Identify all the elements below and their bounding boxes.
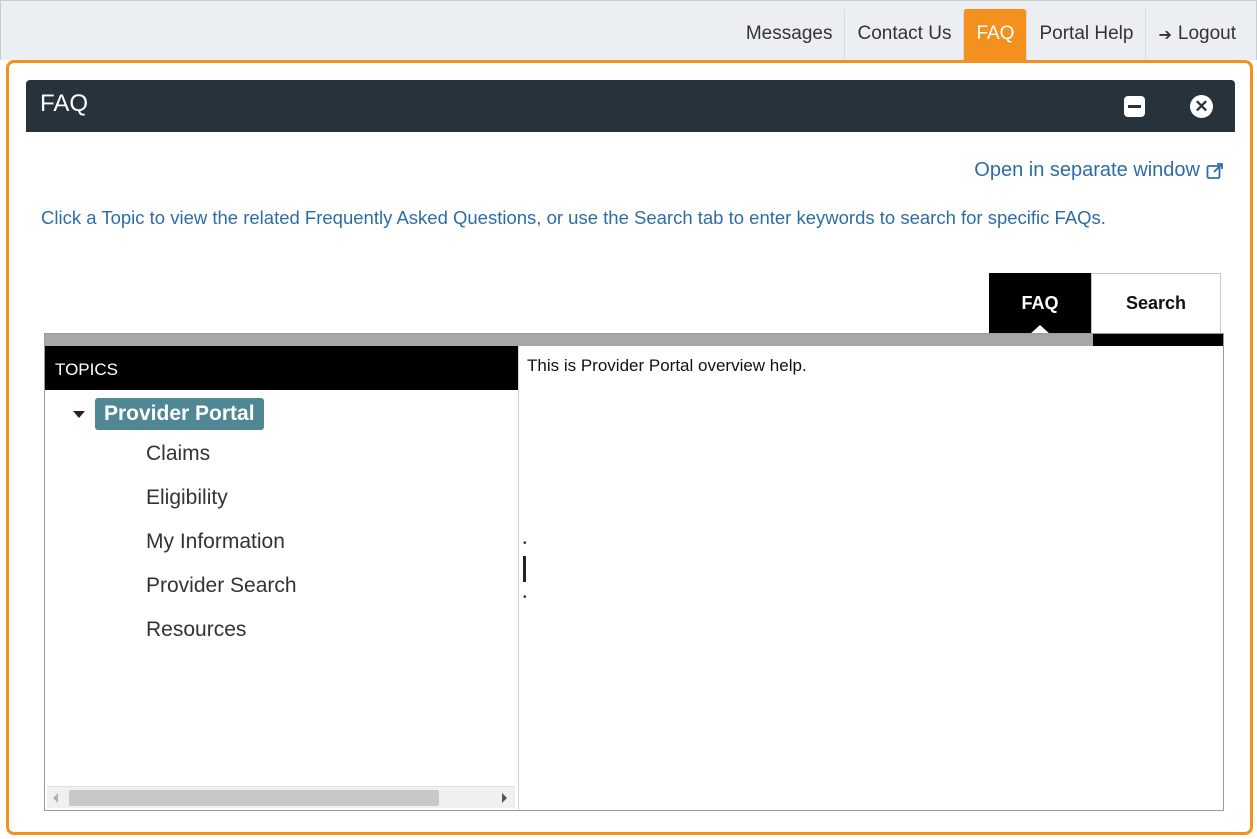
nav-logout[interactable]: ➔ Logout (1145, 9, 1248, 61)
splitter-handle[interactable] (523, 556, 526, 582)
tab-faq[interactable]: FAQ (989, 273, 1091, 334)
open-separate-window-label: Open in separate window (974, 159, 1200, 181)
tree-item-claims[interactable]: Claims (146, 442, 210, 466)
open-separate-window-link[interactable]: Open in separate window (974, 159, 1224, 182)
topics-header: TOPICS (45, 346, 518, 390)
faq-tabs: FAQ Search (989, 273, 1221, 334)
tree-item-resources[interactable]: Resources (146, 618, 246, 642)
top-nav: Messages Contact Us FAQ Portal Help ➔ Lo… (734, 9, 1248, 61)
tree-item-provider-search[interactable]: Provider Search (146, 574, 297, 598)
nav-portal-help[interactable]: Portal Help (1026, 9, 1145, 61)
tree-root-provider-portal[interactable]: Provider Portal (73, 398, 264, 430)
tab-search[interactable]: Search (1091, 273, 1221, 333)
panel-top-strip (45, 334, 1223, 346)
splitter-dot-top: • (523, 538, 527, 549)
caret-down-icon[interactable] (73, 410, 85, 418)
nav-logout-label: Logout (1177, 23, 1236, 44)
close-icon[interactable]: ✕ (1190, 95, 1213, 118)
faq-panel: TOPICS Provider Portal Claims Eligibilit… (44, 333, 1224, 811)
tab-search-label: Search (1125, 293, 1187, 313)
nav-faq[interactable]: FAQ (963, 9, 1027, 61)
tree-root-label: Provider Portal (95, 398, 264, 430)
window-title: FAQ (40, 90, 89, 117)
nav-contact-us[interactable]: Contact Us (844, 9, 963, 61)
tab-faq-label: FAQ (1021, 292, 1059, 313)
external-link-icon (1206, 162, 1223, 179)
top-bar: Messages Contact Us FAQ Portal Help ➔ Lo… (0, 0, 1257, 61)
window-titlebar: FAQ ✕ (26, 80, 1235, 132)
scroll-right-icon[interactable] (502, 793, 507, 803)
panel-top-strip-right (1093, 334, 1223, 346)
scroll-left-icon[interactable] (53, 793, 58, 803)
nav-messages-label: Messages (745, 23, 833, 44)
logout-icon: ➔ (1158, 27, 1172, 44)
splitter-dot-bottom: • (523, 592, 527, 603)
minimize-icon[interactable] (1124, 96, 1145, 117)
topics-pane: TOPICS Provider Portal Claims Eligibilit… (45, 346, 519, 810)
nav-messages[interactable]: Messages (734, 9, 845, 61)
nav-faq-label: FAQ (976, 23, 1015, 44)
nav-portal-help-label: Portal Help (1039, 23, 1134, 44)
horizontal-scrollbar[interactable] (47, 786, 515, 808)
faq-content: This is Provider Portal overview help. (527, 356, 807, 375)
nav-contact-us-label: Contact Us (857, 23, 952, 44)
intro-text: Click a Topic to view the related Freque… (41, 207, 1106, 228)
faq-window: FAQ ✕ Open in separate window Click a To… (6, 60, 1253, 835)
scrollbar-thumb[interactable] (69, 790, 439, 806)
tree-item-my-information[interactable]: My Information (146, 530, 285, 554)
tree-item-eligibility[interactable]: Eligibility (146, 486, 228, 510)
